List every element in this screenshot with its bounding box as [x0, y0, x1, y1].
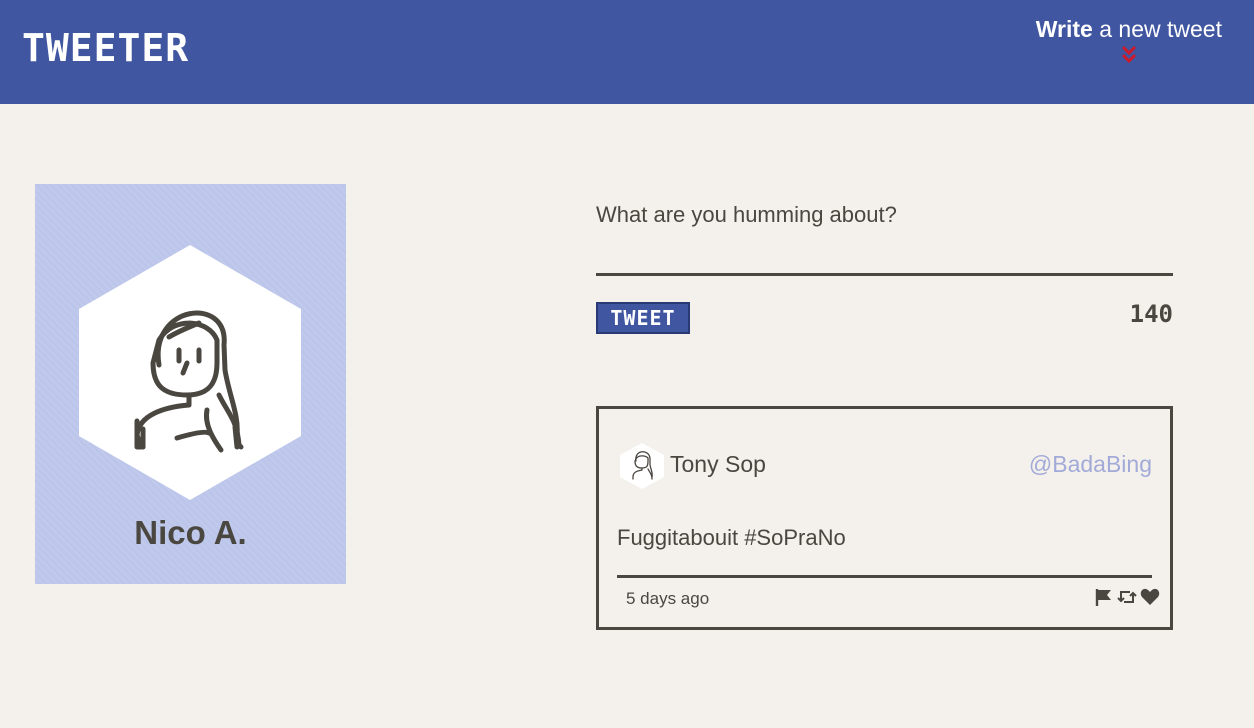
tweet-composer: Tweet 140: [596, 200, 1173, 334]
tweet-body: Fuggitabouit #SoPraNo: [617, 525, 846, 550]
profile-name: Nico A.: [134, 514, 247, 551]
compose-link-label: Write a new tweet: [1036, 16, 1222, 42]
app-logo: Tweeter: [22, 26, 190, 70]
person-avatar-icon: [620, 443, 664, 489]
compose-link-bold: Write: [1035, 16, 1093, 42]
retweet-icon[interactable]: [1117, 587, 1137, 607]
tweet-text-input[interactable]: [596, 200, 1173, 276]
double-chevron-down-icon: [1121, 45, 1136, 64]
tweet-divider: [617, 575, 1152, 578]
user-profile-card: Nico A.: [35, 184, 346, 584]
character-counter: 140: [1129, 300, 1173, 328]
heart-icon[interactable]: [1140, 587, 1160, 607]
tweet-actions: [1094, 587, 1160, 607]
tweet-submit-button[interactable]: Tweet: [596, 302, 690, 334]
top-navbar: Tweeter Write a new tweet: [0, 0, 1254, 104]
tweet-timestamp: 5 days ago: [626, 589, 710, 608]
tweet-author-handle[interactable]: @BadaBing: [1029, 451, 1152, 478]
person-avatar-icon: [79, 245, 301, 500]
compose-link-rest: a new tweet: [1092, 16, 1222, 42]
tweet-card: Tony Sop @BadaBing Fuggitabouit #SoPraNo…: [596, 406, 1173, 630]
flag-icon[interactable]: [1094, 587, 1114, 607]
tweet-author-name: Tony Sop: [670, 451, 766, 477]
write-new-tweet-toggle[interactable]: Write a new tweet: [1036, 16, 1222, 65]
